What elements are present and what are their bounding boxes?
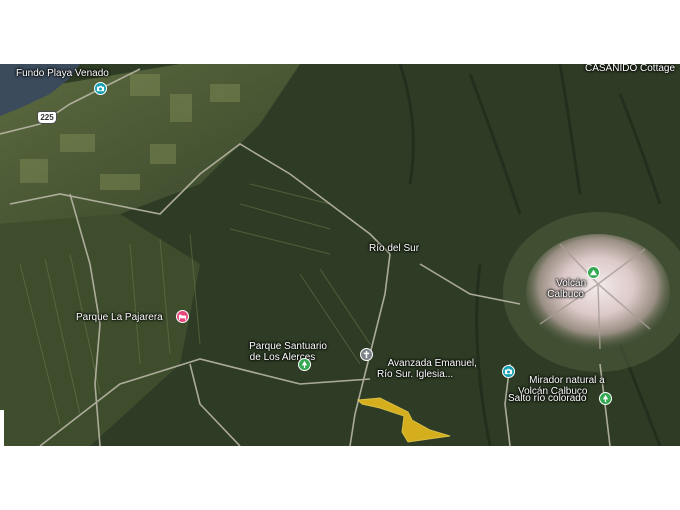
place-label-rio-del-sur[interactable]: Río del Sur: [369, 243, 419, 254]
tree-icon[interactable]: [298, 358, 311, 371]
place-label-avanzada-emanuel[interactable]: Avanzada Emanuel, Río Sur. Iglesia...: [377, 347, 477, 391]
bed-icon[interactable]: [176, 310, 189, 323]
mountain-icon[interactable]: [587, 266, 600, 279]
edge-divider: [0, 410, 4, 446]
satellite-map[interactable]: Fundo Playa Venado 225 CASANIDO Cottage …: [0, 64, 680, 446]
camera-icon[interactable]: [94, 82, 107, 95]
place-label-parque-la-pajarera[interactable]: Parque La Pajarera: [76, 312, 163, 323]
route-shield: 225: [37, 111, 57, 124]
place-label-casanido-cottage[interactable]: CASANIDO Cottage: [585, 64, 675, 74]
place-label-volcan-calbuco[interactable]: Volcán Calbuco: [545, 267, 586, 311]
cross-icon[interactable]: [360, 348, 373, 361]
place-label-salto-rio-colorado[interactable]: Salto río colorado: [508, 393, 586, 404]
camera-icon[interactable]: [502, 365, 515, 378]
tree-icon[interactable]: [599, 392, 612, 405]
place-label-parque-santuario[interactable]: Parque Santuario de Los Alerces: [238, 330, 327, 374]
place-label-fundo-playa-venado[interactable]: Fundo Playa Venado: [16, 68, 109, 79]
